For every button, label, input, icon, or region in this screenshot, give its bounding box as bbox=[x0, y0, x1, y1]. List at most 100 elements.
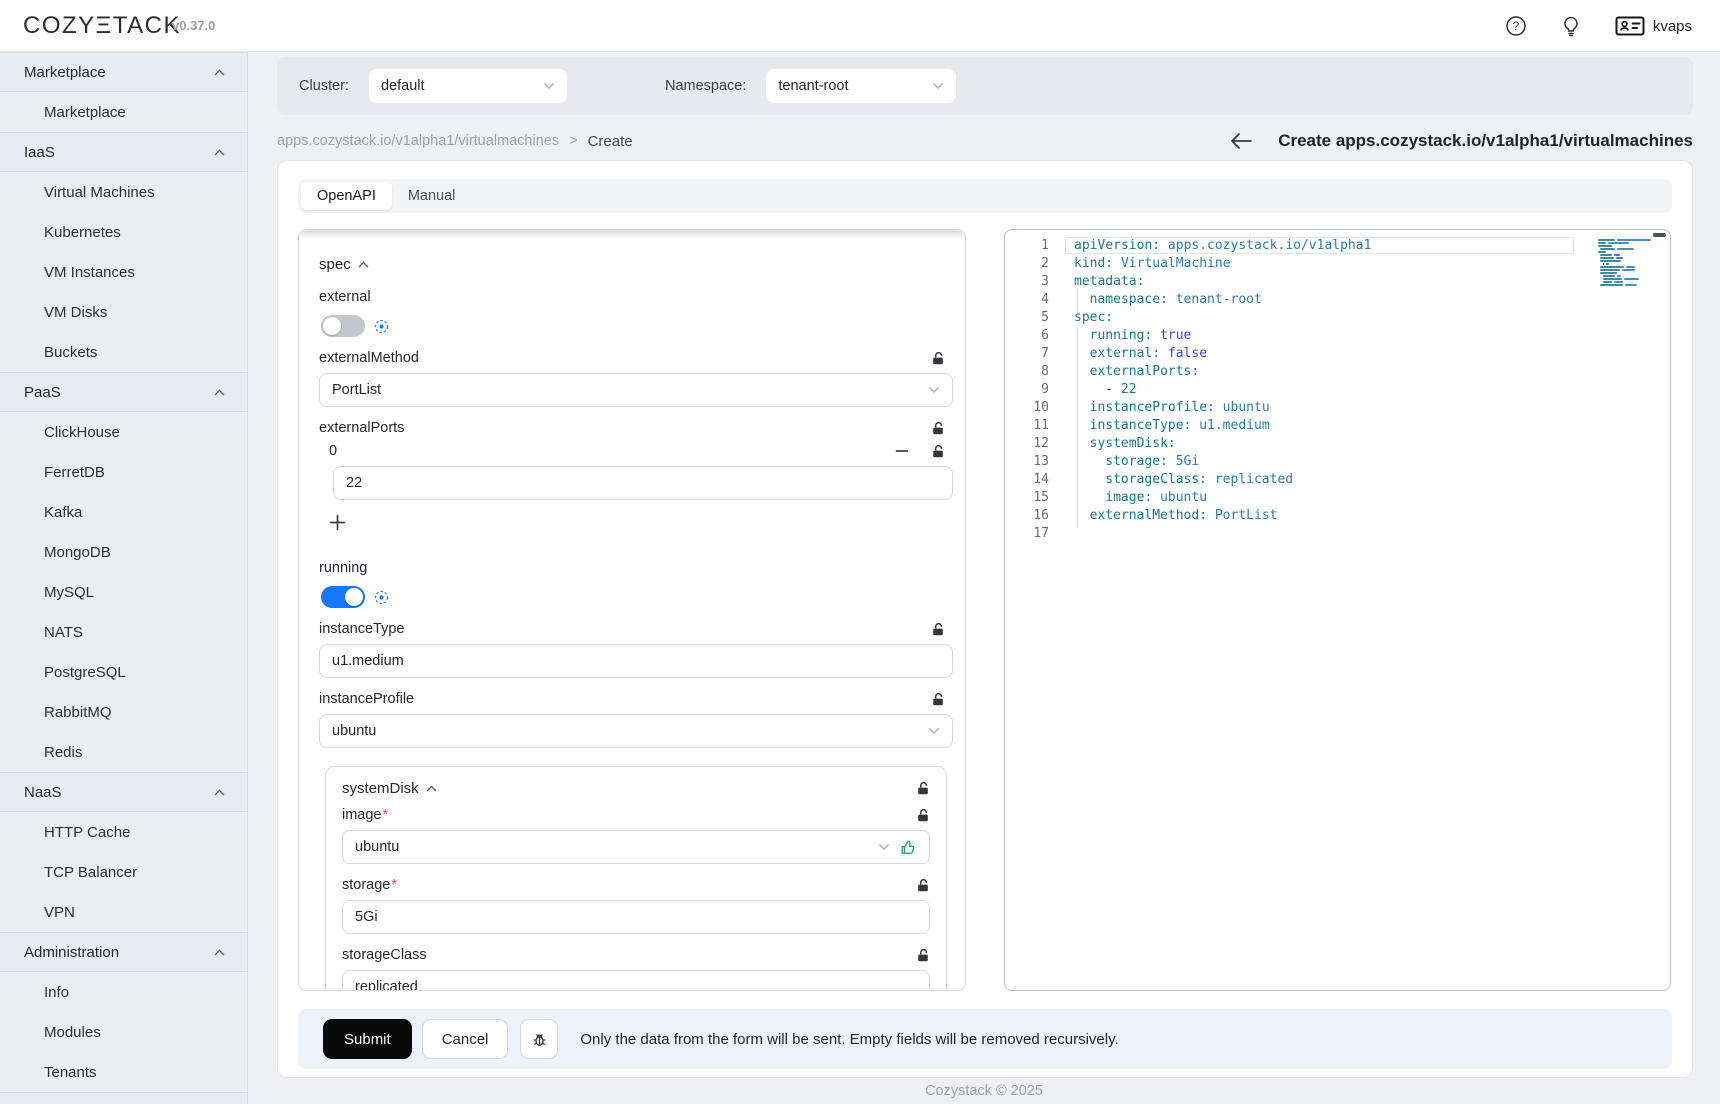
tab-openapi[interactable]: OpenAPI bbox=[301, 182, 392, 210]
editor-line[interactable]: 8externalPorts: bbox=[1005, 363, 1670, 381]
sidebar-item-vm-instances[interactable]: VM Instances bbox=[0, 252, 247, 292]
add-item-button[interactable] bbox=[329, 514, 346, 531]
unlock-icon[interactable] bbox=[916, 948, 930, 963]
editor-line[interactable]: 1apiVersion: apps.cozystack.io/v1alpha1 bbox=[1005, 237, 1670, 255]
page-title: Create apps.cozystack.io/v1alpha1/virtua… bbox=[1278, 131, 1693, 151]
unlock-icon[interactable] bbox=[931, 444, 945, 459]
sidebar-item-http-cache[interactable]: HTTP Cache bbox=[0, 812, 247, 852]
editor-minimap[interactable] bbox=[1598, 239, 1656, 290]
cancel-button[interactable]: Cancel bbox=[422, 1019, 509, 1059]
remove-item-button[interactable] bbox=[895, 444, 909, 458]
sidebar-item-marketplace[interactable]: Marketplace bbox=[0, 92, 247, 132]
sidebar-item-clickhouse[interactable]: ClickHouse bbox=[0, 412, 247, 452]
editor-scrollbar-thumb[interactable] bbox=[1653, 233, 1666, 237]
editor-line[interactable]: 10instanceProfile: ubuntu bbox=[1005, 399, 1670, 417]
externalMethod-select[interactable]: PortList bbox=[319, 373, 953, 407]
editor-line[interactable]: 6running: true bbox=[1005, 327, 1670, 345]
running-toggle[interactable] bbox=[321, 586, 365, 608]
sidebar-section-label: PaaS bbox=[24, 384, 61, 401]
editor-line[interactable]: 16externalMethod: PortList bbox=[1005, 507, 1670, 525]
app-logo[interactable]: COZYΞTACK bbox=[23, 12, 181, 40]
image-select[interactable]: ubuntu bbox=[342, 830, 930, 864]
sidebar-section-iaas[interactable]: IaaS bbox=[0, 132, 247, 172]
namespace-select[interactable]: tenant-root bbox=[766, 69, 956, 103]
sidebar-item-mysql[interactable]: MySQL bbox=[0, 572, 247, 612]
unlock-icon[interactable] bbox=[931, 622, 945, 637]
sidebar-item-ferretdb[interactable]: FerretDB bbox=[0, 452, 247, 492]
sidebar-item-tcp-balancer[interactable]: TCP Balancer bbox=[0, 852, 247, 892]
sidebar-item-modules[interactable]: Modules bbox=[0, 1012, 247, 1052]
debug-button[interactable] bbox=[520, 1019, 558, 1059]
sidebar-item-postgresql[interactable]: PostgreSQL bbox=[0, 652, 247, 692]
token-key: kind: bbox=[1074, 256, 1113, 271]
tab-manual[interactable]: Manual bbox=[392, 182, 472, 210]
sidebar-item-kubernetes[interactable]: Kubernetes bbox=[0, 212, 247, 252]
breadcrumb-path[interactable]: apps.cozystack.io/v1alpha1/virtualmachin… bbox=[277, 133, 559, 149]
systemDisk-section-toggle[interactable]: systemDisk bbox=[342, 780, 930, 797]
systemDisk-label: systemDisk bbox=[342, 780, 419, 797]
editor-line[interactable]: 3metadata: bbox=[1005, 273, 1670, 291]
sidebar-item-mongodb[interactable]: MongoDB bbox=[0, 532, 247, 572]
help-icon[interactable]: ? bbox=[1505, 15, 1527, 37]
array-item-index: 0 bbox=[329, 443, 337, 459]
token-key: apiVersion: bbox=[1074, 238, 1160, 253]
editor-line[interactable]: 9- 22 bbox=[1005, 381, 1670, 399]
sidebar-item-virtual-machines[interactable]: Virtual Machines bbox=[0, 172, 247, 212]
sidebar-item-buckets[interactable]: Buckets bbox=[0, 332, 247, 372]
user-menu[interactable]: kvaps bbox=[1615, 15, 1692, 37]
sidebar-item-vm-disks[interactable]: VM Disks bbox=[0, 292, 247, 332]
sidebar-item-info[interactable]: Info bbox=[0, 972, 247, 1012]
editor-line[interactable]: 4namespace: tenant-root bbox=[1005, 291, 1670, 309]
editor-line[interactable]: 12systemDisk: bbox=[1005, 435, 1670, 453]
externalPorts-item-0-input[interactable] bbox=[346, 475, 940, 491]
unlock-icon[interactable] bbox=[931, 421, 945, 436]
sidebar-item-redis[interactable]: Redis bbox=[0, 732, 247, 772]
unlock-icon[interactable] bbox=[916, 808, 930, 823]
instanceType-input[interactable] bbox=[332, 653, 940, 669]
id-card-icon bbox=[1615, 15, 1645, 37]
thumbs-up-icon[interactable] bbox=[900, 839, 917, 856]
submit-button[interactable]: Submit bbox=[323, 1019, 412, 1059]
unlock-icon[interactable] bbox=[931, 351, 945, 366]
sidebar-section-paas[interactable]: PaaS bbox=[0, 372, 247, 412]
sidebar-section-label: Administration bbox=[24, 944, 119, 961]
editor-line[interactable]: 11instanceType: u1.medium bbox=[1005, 417, 1670, 435]
theme-bulb-icon[interactable] bbox=[1561, 15, 1581, 37]
username: kvaps bbox=[1653, 18, 1692, 35]
chevron-up-icon bbox=[358, 261, 369, 268]
default-indicator-icon bbox=[374, 319, 389, 334]
editor-line[interactable]: 7external: false bbox=[1005, 345, 1670, 363]
sidebar-section-administration[interactable]: Administration bbox=[0, 932, 247, 972]
unlock-icon[interactable] bbox=[931, 692, 945, 707]
storage-input[interactable] bbox=[355, 909, 917, 925]
unlock-icon[interactable] bbox=[916, 878, 930, 893]
editor-line[interactable]: 13storage: 5Gi bbox=[1005, 453, 1670, 471]
instanceProfile-label: instanceProfile bbox=[319, 691, 414, 707]
yaml-editor[interactable]: 1apiVersion: apps.cozystack.io/v1alpha12… bbox=[1004, 229, 1671, 991]
editor-line[interactable]: 14storageClass: replicated bbox=[1005, 471, 1670, 489]
chevron-up-icon bbox=[214, 69, 225, 76]
instanceProfile-select[interactable]: ubuntu bbox=[319, 714, 953, 748]
back-arrow-icon[interactable] bbox=[1230, 132, 1252, 150]
line-number: 10 bbox=[1005, 399, 1049, 417]
sidebar-partial-row bbox=[0, 1092, 247, 1104]
editor-line[interactable]: 15image: ubuntu bbox=[1005, 489, 1670, 507]
unlock-icon[interactable] bbox=[916, 781, 930, 796]
storageClass-input[interactable] bbox=[355, 979, 917, 991]
editor-line-code: image: ubuntu bbox=[1074, 489, 1207, 507]
editor-line[interactable]: 2kind: VirtualMachine bbox=[1005, 255, 1670, 273]
editor-line[interactable]: 17 bbox=[1005, 525, 1670, 543]
sidebar-item-rabbitmq[interactable]: RabbitMQ bbox=[0, 692, 247, 732]
cluster-select[interactable]: default bbox=[369, 69, 567, 103]
sidebar-section-naas[interactable]: NaaS bbox=[0, 772, 247, 812]
sidebar-item-kafka[interactable]: Kafka bbox=[0, 492, 247, 532]
editor-line[interactable]: 5spec: bbox=[1005, 309, 1670, 327]
sidebar-item-nats[interactable]: NATS bbox=[0, 612, 247, 652]
minimap-line bbox=[1598, 275, 1656, 277]
sidebar-item-vpn[interactable]: VPN bbox=[0, 892, 247, 932]
sidebar-item-tenants[interactable]: Tenants bbox=[0, 1052, 247, 1092]
spec-section-toggle[interactable]: spec bbox=[319, 256, 953, 273]
token-key: externalPorts: bbox=[1090, 364, 1200, 379]
external-toggle[interactable] bbox=[321, 315, 365, 337]
sidebar-section-marketplace[interactable]: Marketplace bbox=[0, 52, 247, 92]
